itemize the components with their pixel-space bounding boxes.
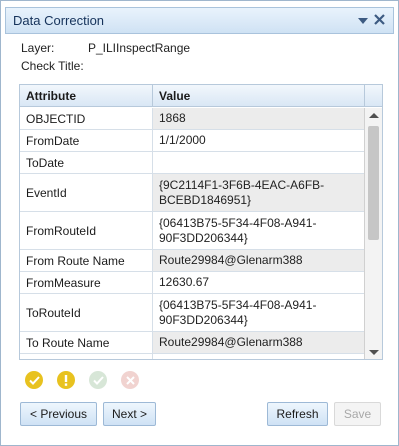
table-row[interactable]: ToRouteId {06413B75-5F34-4F08-A941-90F3DD… (20, 294, 364, 332)
refresh-button[interactable]: Refresh (267, 402, 328, 426)
table-row[interactable]: ToMeasure13139.67 (20, 354, 364, 359)
table-row[interactable]: ToDate (20, 152, 364, 174)
scroll-thumb[interactable] (368, 126, 379, 240)
layer-label: Layer: (21, 41, 55, 55)
value-cell: Route29984@Glenarm388 (153, 332, 364, 353)
check-title-label: Check Title: (21, 59, 84, 73)
scroll-up-icon[interactable] (369, 113, 379, 118)
x-circle-disabled-icon (121, 371, 139, 389)
value-cell[interactable] (153, 152, 364, 173)
table-row[interactable]: EventId {9C2114F1-3F6B-4EAC-A6FB-BCEBD184… (20, 174, 364, 212)
attribute-grid: Attribute Value OBJECTID 1868 FromDate 1/1/… (19, 84, 383, 360)
attribute-cell: OBJECTID (20, 108, 153, 129)
value-cell[interactable]: {06413B75-5F34-4F08-A941-90F3DD206344} (153, 212, 364, 249)
table-row[interactable]: OBJECTID 1868 (20, 108, 364, 130)
column-header-attribute[interactable]: Attribute (20, 85, 153, 106)
chevron-down-icon[interactable] (358, 14, 368, 28)
next-button[interactable]: Next > (103, 402, 156, 426)
value-cell[interactable]: {06413B75-5F34-4F08-A941-90F3DD206344} (153, 294, 364, 331)
vertical-scrollbar[interactable] (364, 108, 382, 359)
attribute-cell: FromRouteId (20, 212, 153, 249)
attribute-cell: EventId (20, 174, 153, 211)
title-bar[interactable]: Data Correction (5, 7, 394, 34)
check-circle-disabled-icon (89, 371, 107, 389)
attribute-cell: ToRouteId (20, 294, 153, 331)
value-cell: 1868 (153, 108, 364, 129)
attribute-cell: FromMeasure (20, 272, 153, 293)
grid-header: Attribute Value (20, 85, 382, 107)
previous-button[interactable]: < Previous (20, 402, 97, 426)
exclamation-circle-icon[interactable] (57, 371, 75, 389)
attribute-cell: ToDate (20, 152, 153, 173)
value-cell: {9C2114F1-3F6B-4EAC-A6FB-BCEBD1846951} (153, 174, 364, 211)
value-cell[interactable]: 1/1/2000 (153, 130, 364, 151)
value-cell: Route29984@Glenarm388 (153, 250, 364, 271)
check-circle-icon[interactable] (25, 371, 43, 389)
window-title: Data Correction (13, 13, 105, 28)
attribute-cell: From Route Name (20, 250, 153, 271)
value-cell[interactable]: 13139.67 (153, 354, 364, 359)
attribute-cell: ToMeasure (20, 354, 153, 359)
save-button: Save (334, 402, 381, 426)
header-spacer (364, 85, 382, 106)
table-row[interactable]: From Route Name Route29984@Glenarm388 (20, 250, 364, 272)
table-row[interactable]: To Route Name Route29984@Glenarm388 (20, 332, 364, 354)
layer-value: P_ILIInspectRange (88, 41, 191, 55)
value-cell[interactable]: 12630.67 (153, 272, 364, 293)
column-header-value[interactable]: Value (153, 85, 364, 106)
table-row[interactable]: FromMeasure 12630.67 (20, 272, 364, 294)
table-row[interactable]: FromRouteId {06413B75-5F34-4F08-A941-90F3… (20, 212, 364, 250)
table-row[interactable]: FromDate 1/1/2000 (20, 130, 364, 152)
status-icons (25, 371, 139, 389)
data-correction-panel: Data Correction Layer: P_ILIInspectRange… (0, 0, 399, 446)
grid-rows: OBJECTID 1868 FromDate 1/1/2000 ToDate EventI… (20, 108, 364, 359)
attribute-cell: FromDate (20, 130, 153, 151)
layer-info: Layer: P_ILIInspectRange Check Title: (21, 39, 190, 75)
attribute-cell: To Route Name (20, 332, 153, 353)
scroll-down-icon[interactable] (369, 350, 379, 355)
close-icon[interactable] (374, 13, 385, 28)
